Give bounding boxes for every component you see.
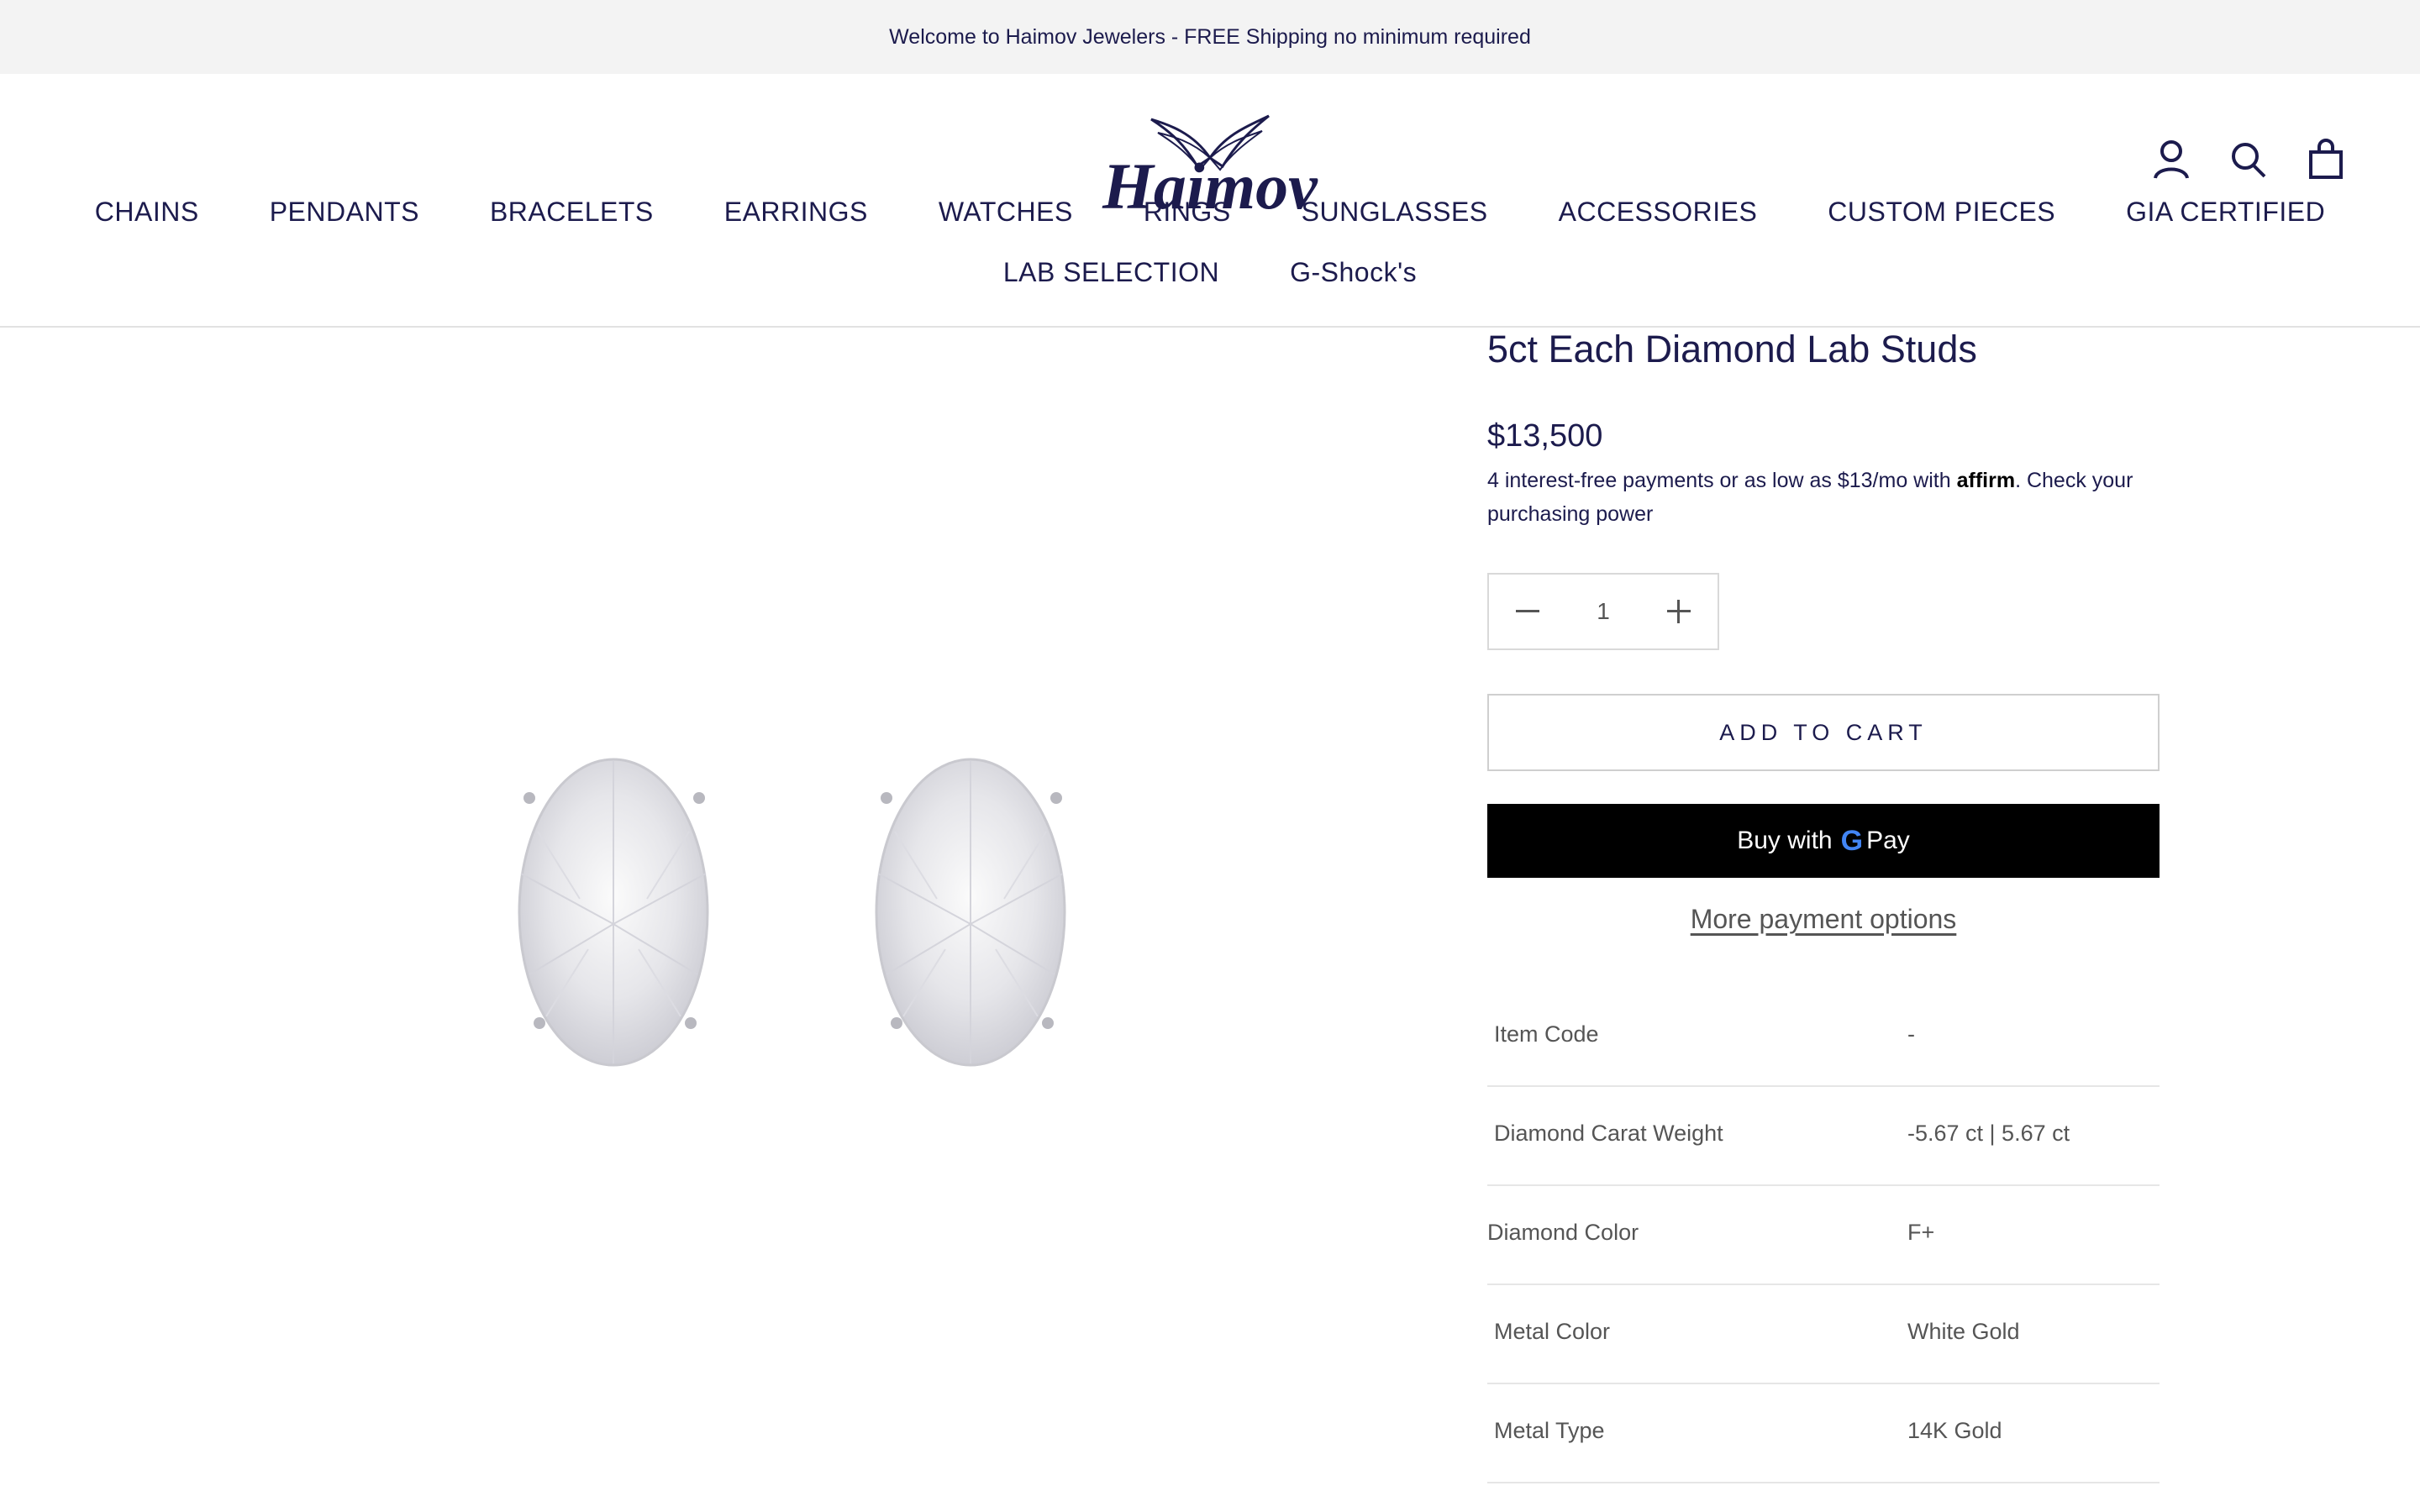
right-stud bbox=[875, 758, 1066, 1067]
product-title: 5ct Each Diamond Lab Studs bbox=[1487, 328, 1977, 370]
nav-custom-pieces[interactable]: CUSTOM PIECES bbox=[1828, 197, 2055, 228]
increase-quantity-button[interactable] bbox=[1640, 575, 1718, 648]
gpay-prefix: Buy with bbox=[1737, 827, 1833, 854]
secondary-nav: LAB SELECTION G-Shock's bbox=[0, 257, 2420, 288]
product-image[interactable] bbox=[471, 731, 1109, 1084]
nav-chains[interactable]: CHAINS bbox=[95, 197, 199, 228]
affirm-logo: affirm bbox=[1956, 469, 2016, 492]
nav-rings[interactable]: RINGS bbox=[1144, 197, 1231, 228]
spec-row: Item Code - bbox=[1487, 988, 2160, 1087]
nav-sunglasses[interactable]: SUNGLASSES bbox=[1302, 197, 1488, 228]
spec-value: F+ bbox=[1907, 1220, 1935, 1245]
more-payment-options-link[interactable]: More payment options bbox=[1487, 904, 2160, 935]
nav-lab-selection[interactable]: LAB SELECTION bbox=[1003, 257, 1219, 288]
spec-key: Diamond Color bbox=[1487, 1220, 1639, 1245]
decrease-quantity-button[interactable] bbox=[1489, 575, 1566, 648]
product-specs-table: Item Code - Diamond Carat Weight -5.67 c… bbox=[1487, 988, 2160, 1483]
main-nav: CHAINS PENDANTS BRACELETS EARRINGS WATCH… bbox=[0, 197, 2420, 228]
affirm-prefix: 4 interest-free payments or as low as $1… bbox=[1487, 469, 1957, 492]
header-icons bbox=[2151, 138, 2346, 181]
quantity-stepper: 1 bbox=[1487, 573, 1719, 650]
spec-value: -5.67 ct | 5.67 ct bbox=[1907, 1121, 2070, 1146]
nav-watches[interactable]: WATCHES bbox=[939, 197, 1073, 228]
gpay-label: Pay bbox=[1866, 827, 1910, 854]
quantity-value[interactable]: 1 bbox=[1566, 598, 1640, 625]
minus-icon bbox=[1516, 610, 1539, 612]
site-header: Haimov CHAINS PENDANTS BRACELETS EARRING… bbox=[0, 74, 2420, 328]
account-icon[interactable] bbox=[2151, 138, 2191, 181]
spec-key: Item Code bbox=[1494, 1021, 1599, 1047]
spec-row: Metal Color White Gold bbox=[1487, 1285, 2160, 1384]
announcement-bar: Welcome to Haimov Jewelers - FREE Shippi… bbox=[0, 0, 2420, 74]
left-stud bbox=[518, 758, 709, 1067]
spec-row: Diamond Carat Weight -5.67 ct | 5.67 ct bbox=[1487, 1087, 2160, 1186]
google-g-icon: G bbox=[1840, 824, 1864, 857]
nav-bracelets[interactable]: BRACELETS bbox=[490, 197, 654, 228]
search-icon[interactable] bbox=[2228, 138, 2269, 181]
plus-icon bbox=[1667, 600, 1691, 623]
google-pay-button[interactable]: Buy with G Pay bbox=[1487, 804, 2160, 878]
spec-key: Metal Type bbox=[1494, 1418, 1605, 1443]
spec-key: Metal Color bbox=[1494, 1319, 1611, 1344]
nav-g-shocks[interactable]: G-Shock's bbox=[1290, 257, 1417, 288]
nav-gia-certified[interactable]: GIA CERTIFIED bbox=[2126, 197, 2325, 228]
spec-value: 14K Gold bbox=[1907, 1418, 2002, 1443]
product-price: $13,500 bbox=[1487, 418, 1603, 454]
cart-icon[interactable] bbox=[2306, 138, 2346, 181]
announcement-text: Welcome to Haimov Jewelers - FREE Shippi… bbox=[889, 24, 1531, 49]
add-to-cart-button[interactable]: ADD TO CART bbox=[1487, 694, 2160, 771]
spec-value: - bbox=[1907, 1021, 1915, 1047]
nav-accessories[interactable]: ACCESSORIES bbox=[1559, 197, 1758, 228]
spec-row: Diamond Color F+ bbox=[1487, 1186, 2160, 1285]
spec-row: Metal Type 14K Gold bbox=[1487, 1384, 2160, 1483]
affirm-message[interactable]: 4 interest-free payments or as low as $1… bbox=[1487, 464, 2143, 531]
spec-value: White Gold bbox=[1907, 1319, 2020, 1344]
spec-key: Diamond Carat Weight bbox=[1494, 1121, 1723, 1146]
nav-earrings[interactable]: EARRINGS bbox=[724, 197, 868, 228]
nav-pendants[interactable]: PENDANTS bbox=[270, 197, 419, 228]
